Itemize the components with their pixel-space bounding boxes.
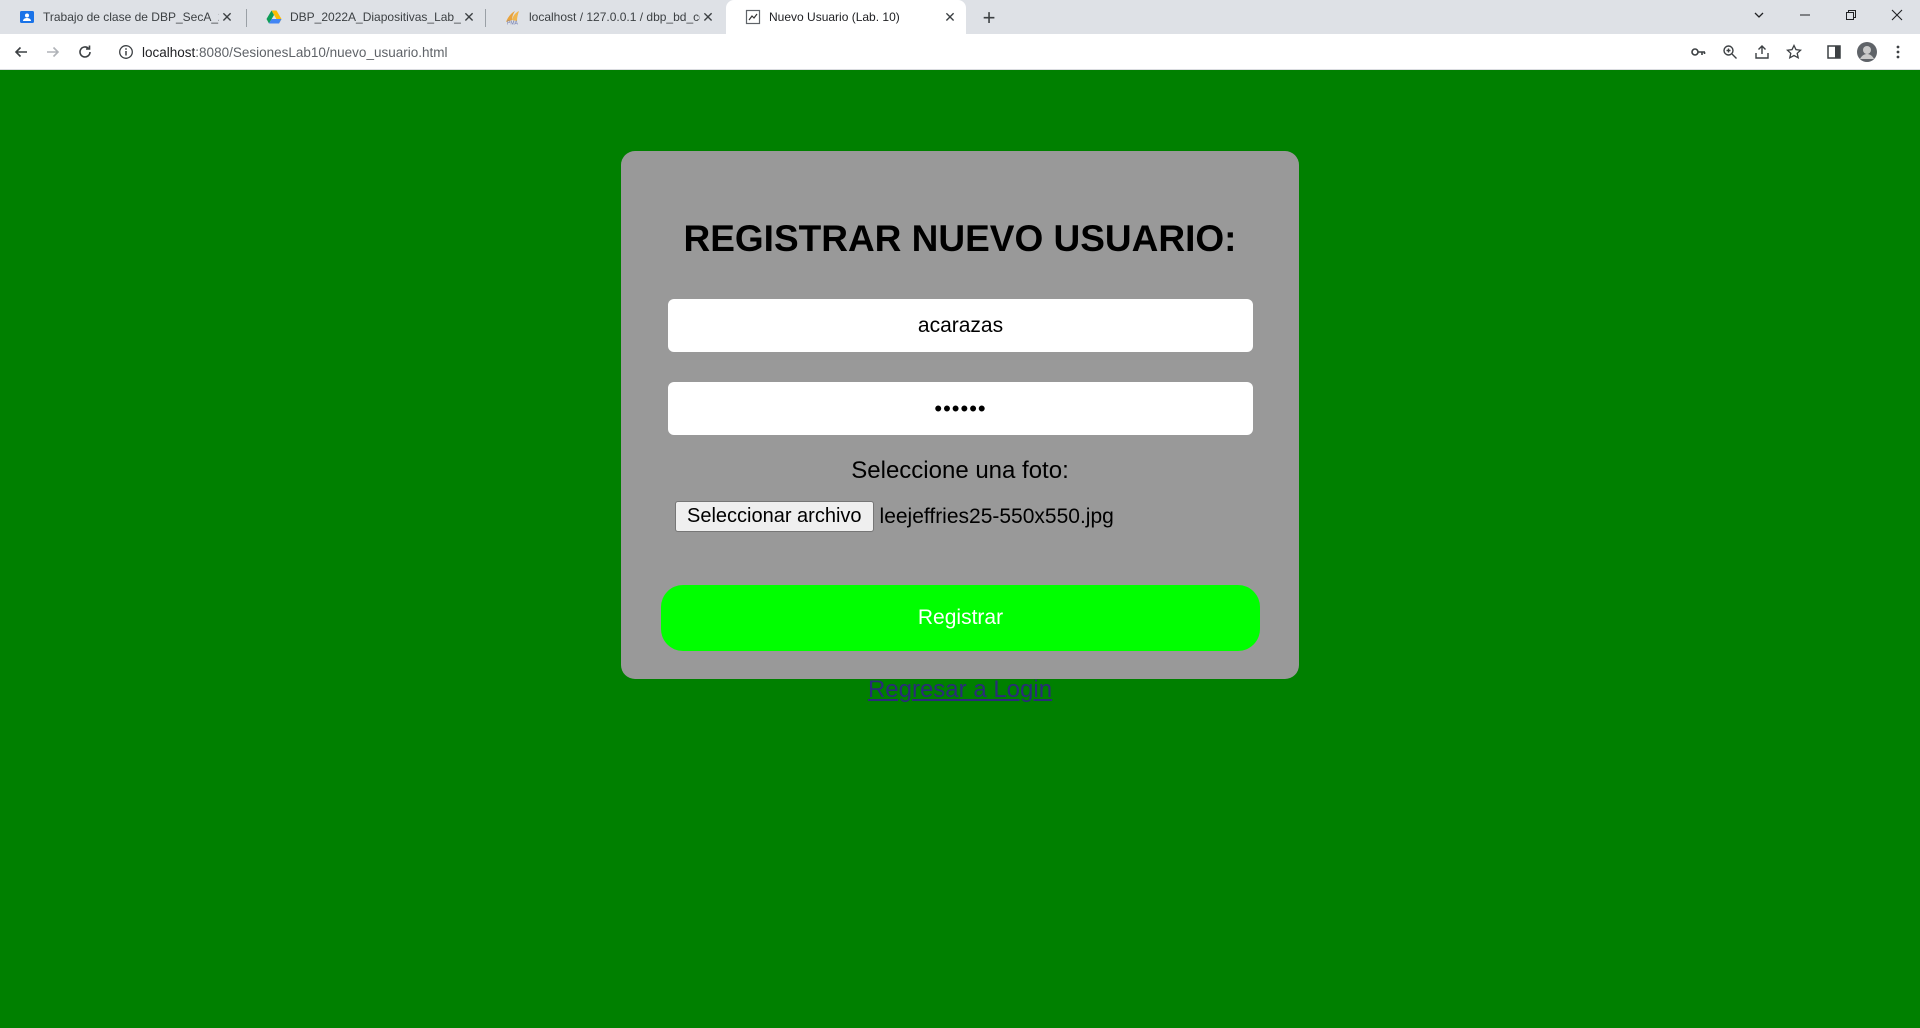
register-button[interactable]: Registrar: [661, 585, 1260, 651]
forward-arrow-icon[interactable]: [40, 39, 66, 65]
zoom-icon[interactable]: [1721, 43, 1739, 61]
address-bar[interactable]: localhost:8080/SesionesLab10/nuevo_usuar…: [110, 38, 1750, 66]
tab-title: Nuevo Usuario (Lab. 10): [769, 10, 900, 24]
browser-toolbar: localhost:8080/SesionesLab10/nuevo_usuar…: [0, 34, 1920, 70]
profile-avatar-icon[interactable]: [1856, 41, 1878, 63]
reload-icon[interactable]: [72, 39, 98, 65]
username-input[interactable]: [668, 299, 1253, 352]
back-arrow-icon[interactable]: [8, 39, 34, 65]
register-form-card: REGISTRAR NUEVO USUARIO: Seleccione una …: [621, 151, 1299, 679]
menu-kebab-icon[interactable]: [1889, 43, 1907, 61]
tab-search-icon[interactable]: [1736, 0, 1782, 30]
share-icon[interactable]: [1753, 43, 1771, 61]
svg-text:PMA: PMA: [507, 21, 519, 26]
page-title: REGISTRAR NUEVO USUARIO:: [683, 218, 1237, 259]
site-info-icon[interactable]: [118, 44, 134, 60]
back-to-login-link-text[interactable]: Regresar a Login: [868, 676, 1052, 703]
page-icon: [745, 9, 761, 25]
tab-nuevo-usuario[interactable]: Nuevo Usuario (Lab. 10) ✕: [726, 0, 966, 34]
tab-title: localhost / 127.0.0.1 / dbp_bd_cq: [529, 10, 700, 24]
close-tab-icon[interactable]: ✕: [219, 9, 235, 25]
google-drive-icon: [266, 9, 282, 25]
tab-phpmyadmin[interactable]: PMA localhost / 127.0.0.1 / dbp_bd_cq ✕: [486, 0, 724, 34]
tab-strip: Trabajo de clase de DBP_SecA_20 ✕ DBP_20…: [0, 0, 1920, 34]
close-tab-icon[interactable]: ✕: [942, 9, 958, 25]
tab-classroom[interactable]: Trabajo de clase de DBP_SecA_20 ✕: [0, 0, 243, 34]
phpmyadmin-icon: PMA: [505, 9, 521, 25]
tab-drive[interactable]: DBP_2022A_Diapositivas_Lab_10 ✕: [247, 0, 485, 34]
password-input[interactable]: [668, 382, 1253, 435]
key-icon[interactable]: [1689, 43, 1707, 61]
minimize-icon[interactable]: [1782, 0, 1828, 30]
photo-label: Seleccione una foto:: [851, 457, 1069, 484]
side-panel-icon[interactable]: [1825, 43, 1843, 61]
tab-title: Trabajo de clase de DBP_SecA_20: [43, 10, 219, 24]
restore-icon[interactable]: [1828, 0, 1874, 30]
file-picker: Seleccionar archivo leejeffries25-550x55…: [675, 500, 1114, 533]
close-tab-icon[interactable]: ✕: [461, 9, 477, 25]
close-window-icon[interactable]: [1874, 0, 1920, 30]
selected-file-name: leejeffries25-550x550.jpg: [879, 504, 1114, 528]
choose-file-button[interactable]: Seleccionar archivo: [675, 501, 874, 532]
back-to-login-link: Regresar a Login: [0, 676, 1920, 704]
new-tab-button[interactable]: +: [976, 5, 1002, 31]
close-tab-icon[interactable]: ✕: [700, 9, 716, 25]
url-path: :8080/SesionesLab10/nuevo_usuario.html: [195, 44, 448, 60]
bookmark-star-icon[interactable]: [1785, 43, 1803, 61]
tab-title: DBP_2022A_Diapositivas_Lab_10: [290, 10, 461, 24]
classroom-icon: [19, 9, 35, 25]
url-host: localhost: [142, 44, 196, 60]
